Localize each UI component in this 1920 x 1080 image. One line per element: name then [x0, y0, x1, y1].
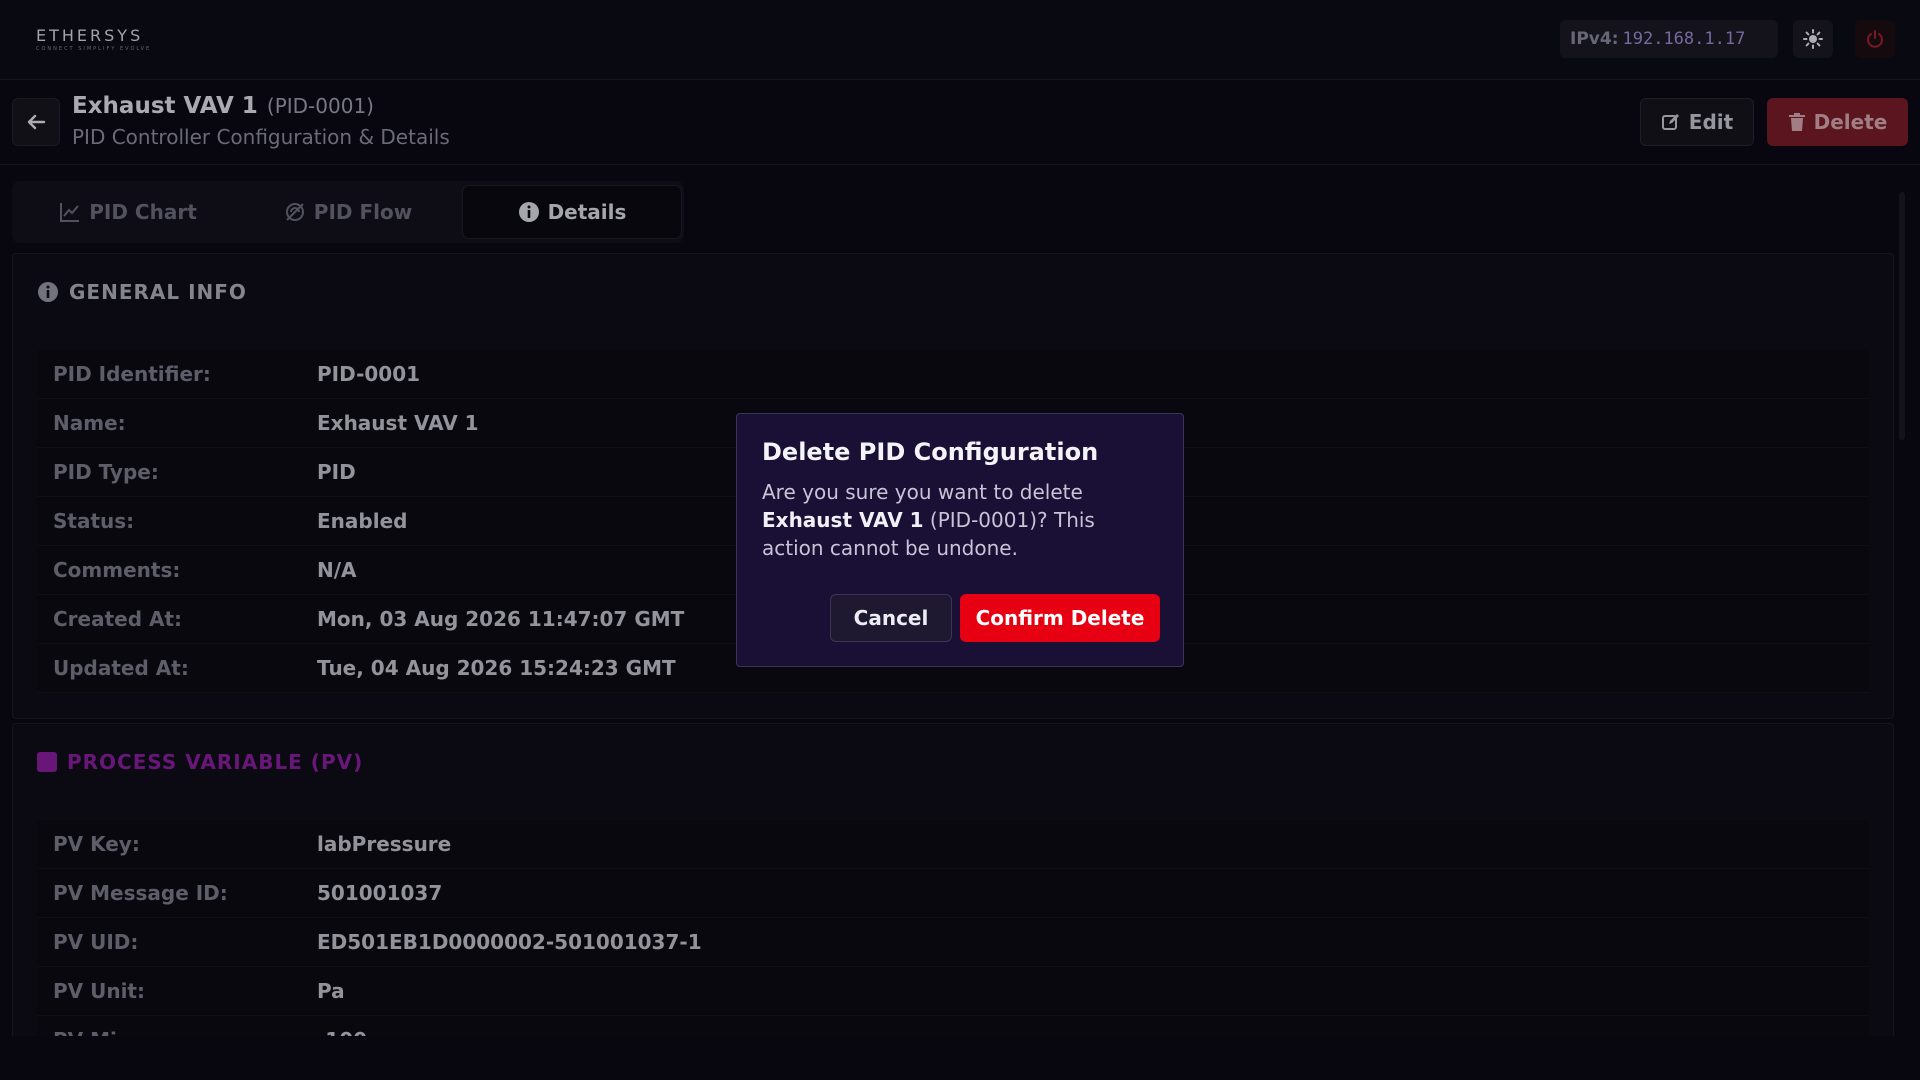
- dialog-message-name: Exhaust VAV 1: [762, 508, 924, 532]
- dialog-message: Are you sure you want to delete Exhaust …: [762, 478, 1162, 562]
- cancel-button[interactable]: Cancel: [830, 594, 952, 642]
- dialog-message-prefix: Are you sure you want to delete: [762, 480, 1083, 504]
- confirm-delete-button[interactable]: Confirm Delete: [960, 594, 1160, 642]
- dialog-title: Delete PID Configuration: [762, 438, 1099, 466]
- delete-confirmation-dialog: Delete PID Configuration Are you sure yo…: [736, 413, 1184, 667]
